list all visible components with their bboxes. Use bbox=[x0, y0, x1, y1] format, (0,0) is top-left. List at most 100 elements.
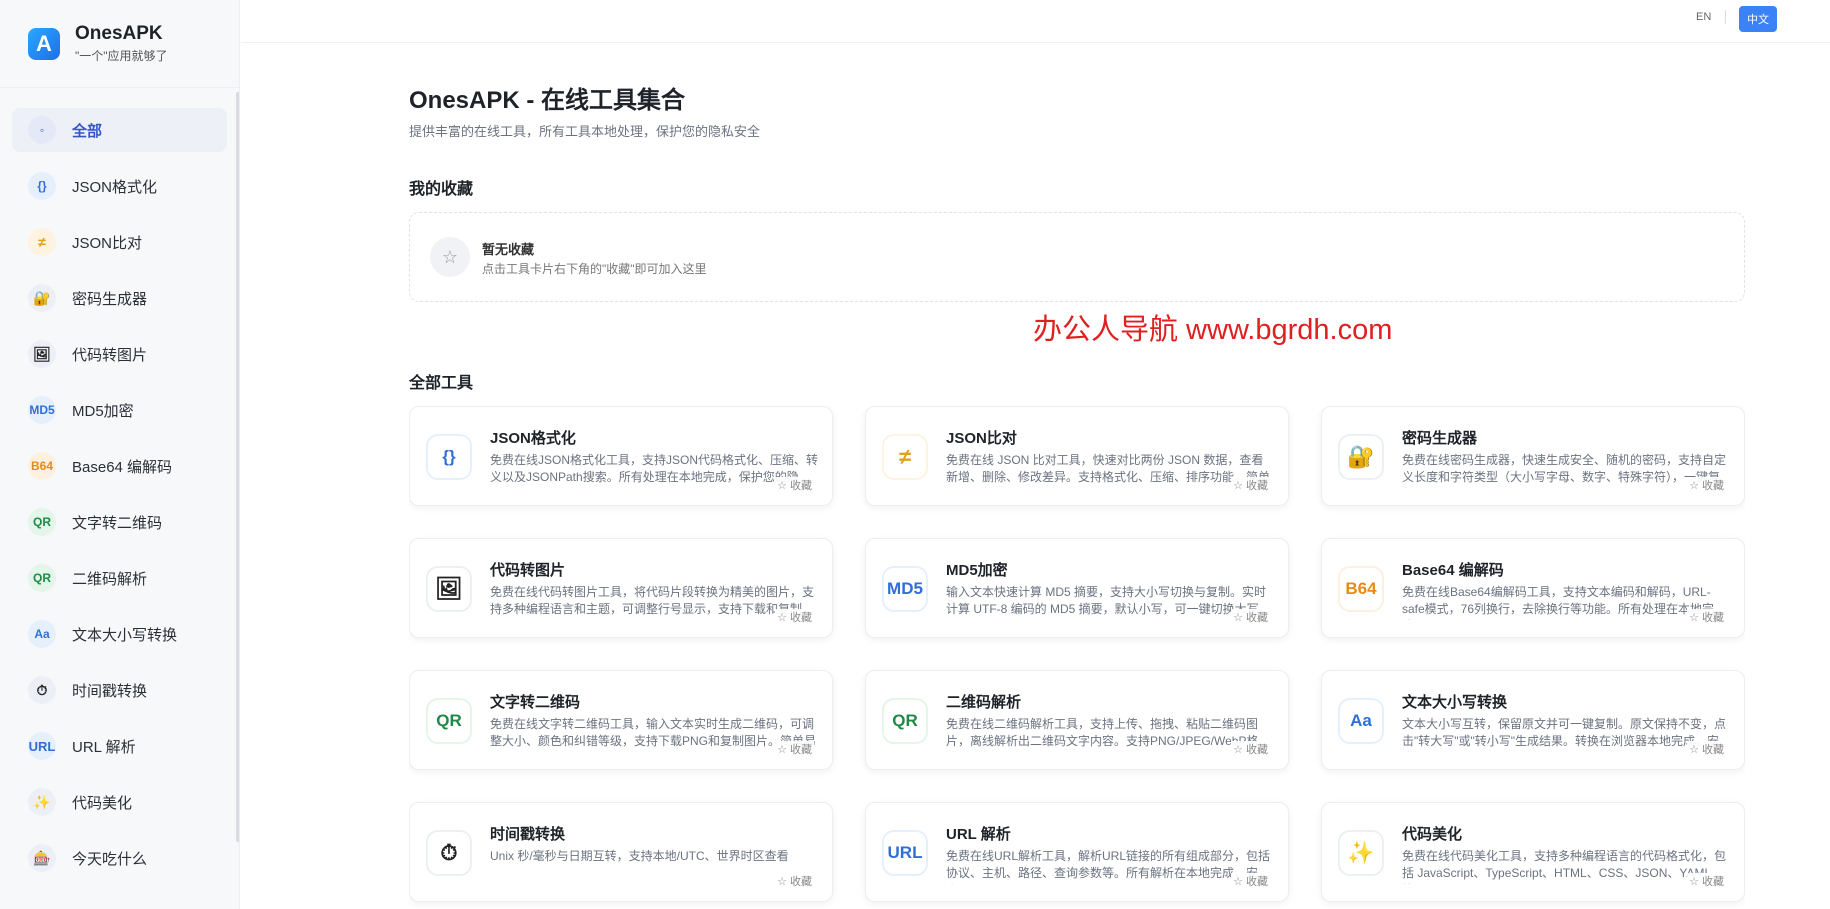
sidebar-item-12[interactable]: ✨ 代码美化 bbox=[12, 780, 227, 824]
sidebar-item-label: MD5加密 bbox=[72, 402, 134, 420]
sidebar-item-label: 代码转图片 bbox=[72, 346, 148, 364]
top-bar bbox=[241, 0, 1830, 43]
favorite-button[interactable]: ☆ 收藏 bbox=[1687, 873, 1726, 889]
qr-icon: QR bbox=[28, 508, 56, 536]
sidebar-item-label: JSON格式化 bbox=[72, 178, 158, 196]
tool-card-title: 文本大小写转换 bbox=[1402, 694, 1508, 711]
favorite-button[interactable]: ☆ 收藏 bbox=[1687, 477, 1726, 493]
all-tools-heading: 全部工具 bbox=[409, 375, 474, 392]
sidebar-item-8[interactable]: QR 二维码解析 bbox=[12, 556, 227, 600]
tool-card[interactable]: ⏱ 时间戳转换 Unix 秒/毫秒与日期互转，支持本地/UTC、世界时区查看 ☆ 收藏 bbox=[409, 802, 833, 902]
tool-card[interactable]: Aa 文本大小写转换文本大小写互转，保留原文并可一键复制。原文保持不变，点击"转大… bbox=[1321, 670, 1745, 770]
sidebar-item-4[interactable]: 🖼 代码转图片 bbox=[12, 332, 227, 376]
tool-card[interactable]: ≠ JSON比对 免费在线 JSON 比对工具，快速对比两份 JSON 数据，查看新… bbox=[865, 406, 1289, 506]
qr-scan-icon: QR bbox=[882, 698, 928, 744]
sidebar-item-6[interactable]: B64 Base64 编解码 bbox=[12, 444, 227, 488]
sidebar-item-10[interactable]: ⏱ 时间戳转换 bbox=[12, 668, 227, 712]
favorite-button[interactable]: ☆ 收藏 bbox=[775, 873, 814, 889]
tool-card-desc: 免费在线JSON格式化工具，支持JSON代码格式化、压缩、转义以及JSONPat… bbox=[490, 453, 818, 488]
tool-card-title: 密码生成器 bbox=[1402, 430, 1478, 447]
favorites-heading: 我的收藏 bbox=[409, 181, 474, 198]
watermark: 办公人导航 www.bgrdh.com bbox=[1033, 314, 1393, 346]
app-logo-icon: A bbox=[28, 27, 60, 60]
tool-card-title: 二维码解析 bbox=[946, 694, 1022, 711]
tool-card-title: 代码转图片 bbox=[490, 562, 566, 579]
tool-card[interactable]: {} JSON格式化 免费在线JSON格式化工具，支持JSON代码格式化、压缩、转义… bbox=[409, 406, 833, 506]
sidebar-item-13[interactable]: 🎰 今天吃什么 bbox=[12, 836, 227, 880]
favorite-button[interactable]: ☆ 收藏 bbox=[775, 609, 814, 625]
brand-name: OnesAPK bbox=[75, 23, 163, 44]
page-subtitle: 提供丰富的在线工具，所有工具本地处理，保护您的隐私安全 bbox=[409, 124, 761, 139]
sidebar-item-label: Base64 编解码 bbox=[72, 458, 173, 476]
sidebar-scrollbar[interactable] bbox=[236, 92, 239, 842]
json-braces-icon: {} bbox=[28, 172, 56, 200]
lock-icon: 🔐 bbox=[28, 284, 56, 312]
favorite-button[interactable]: ☆ 收藏 bbox=[1231, 609, 1270, 625]
md5-icon: MD5 bbox=[882, 566, 928, 612]
star-icon: ☆ bbox=[430, 237, 470, 277]
sparkles-icon: ✨ bbox=[1338, 830, 1384, 876]
sidebar-item-1[interactable]: {} JSON格式化 bbox=[12, 164, 227, 208]
sidebar-item-0[interactable]: ◦ 全部 bbox=[12, 108, 227, 152]
sidebar-item-label: 文字转二维码 bbox=[72, 514, 163, 532]
all-icon: ◦ bbox=[28, 116, 56, 144]
tool-card[interactable]: URL URL 解析 免费在线URL解析工具，解析URL链接的所有组成部分，包括协议… bbox=[865, 802, 1289, 902]
brand[interactable]: A OnesAPK "一个"应用就够了 bbox=[0, 0, 239, 88]
tool-card-desc: Unix 秒/毫秒与日期互转，支持本地/UTC、世界时区查看 bbox=[490, 849, 789, 863]
language-divider bbox=[1725, 10, 1726, 24]
sidebar-nav: ◦ 全部 {} JSON格式化 ≠ JSON比对 🔐 密码生成器 🖼 代码转图片 MD5 MD5加密 B… bbox=[0, 88, 239, 880]
md5-icon: MD5 bbox=[28, 396, 56, 424]
qr-scan-icon: QR bbox=[28, 564, 56, 592]
tool-card[interactable]: QR 二维码解析免费在线二维码解析工具，支持上传、拖拽、粘贴二维码图片，离线解析出… bbox=[865, 670, 1289, 770]
sidebar-item-label: 代码美化 bbox=[72, 794, 133, 812]
brand-text: OnesAPK "一个"应用就够了 bbox=[75, 23, 168, 64]
sidebar-item-9[interactable]: Aa 文本大小写转换 bbox=[12, 612, 227, 656]
sidebar-item-5[interactable]: MD5 MD5加密 bbox=[12, 388, 227, 432]
picture-icon: 🖼 bbox=[28, 340, 56, 368]
sidebar-item-label: 全部 bbox=[72, 122, 103, 140]
favorite-button[interactable]: ☆ 收藏 bbox=[1231, 477, 1270, 493]
sidebar-item-2[interactable]: ≠ JSON比对 bbox=[12, 220, 227, 264]
tool-card-desc: 免费在线二维码解析工具，支持上传、拖拽、粘贴二维码图片，离线解析出二维码文字内容… bbox=[946, 717, 1259, 752]
tool-card-title: JSON比对 bbox=[946, 430, 1017, 447]
favorite-button[interactable]: ☆ 收藏 bbox=[1687, 741, 1726, 757]
sidebar-item-label: 今天吃什么 bbox=[72, 850, 148, 868]
sidebar-item-label: 时间戳转换 bbox=[72, 682, 148, 700]
sidebar-item-11[interactable]: URL URL 解析 bbox=[12, 724, 227, 768]
page-title: OnesAPK - 在线工具集合 bbox=[409, 87, 686, 114]
picture-icon: 🖼 bbox=[426, 566, 472, 612]
sidebar-item-label: 密码生成器 bbox=[72, 290, 148, 308]
stopwatch-icon: ⏱ bbox=[426, 830, 472, 876]
tools-grid: {} JSON格式化 免费在线JSON格式化工具，支持JSON代码格式化、压缩、转义… bbox=[409, 406, 1745, 909]
tool-card-desc: 免费在线URL解析工具，解析URL链接的所有组成部分，包括协议、主机、路径、查询… bbox=[946, 849, 1271, 884]
dice-icon: 🎰 bbox=[28, 844, 56, 872]
favorites-empty-box: ☆ 暂无收藏 点击工具卡片右下角的"收藏"即可加入这里 bbox=[409, 212, 1745, 302]
tool-card-desc: 免费在线文字转二维码工具，输入文本实时生成二维码，可调整大小、颜色和纠错等级，支… bbox=[490, 717, 816, 752]
favorite-button[interactable]: ☆ 收藏 bbox=[775, 741, 814, 757]
favorite-button[interactable]: ☆ 收藏 bbox=[1231, 873, 1270, 889]
tool-card[interactable]: 🔐 密码生成器 免费在线密码生成器，快速生成安全、随机的密码，支持自定义长度和字符类… bbox=[1321, 406, 1745, 506]
favorite-button[interactable]: ☆ 收藏 bbox=[1687, 609, 1726, 625]
favorite-button[interactable]: ☆ 收藏 bbox=[1231, 741, 1270, 757]
brand-subtitle: "一个"应用就够了 bbox=[75, 49, 168, 63]
not-equal-icon: ≠ bbox=[28, 228, 56, 256]
tool-card[interactable]: 🖼 代码转图片 免费在线代码转图片工具，将代码片段转换为精美的图片，支持多种编程语言… bbox=[409, 538, 833, 638]
tool-card[interactable]: QR 文字转二维码 免费在线文字转二维码工具，输入文本实时生成二维码，可调整大小、颜… bbox=[409, 670, 833, 770]
favorite-button[interactable]: ☆ 收藏 bbox=[775, 477, 814, 493]
tool-card-title: URL 解析 bbox=[946, 826, 1011, 843]
not-equal-icon: ≠ bbox=[882, 434, 928, 480]
language-en-button[interactable]: EN bbox=[1690, 8, 1717, 26]
case-icon: Aa bbox=[1338, 698, 1384, 744]
tool-card-title: Base64 编解码 bbox=[1402, 562, 1504, 579]
tool-card-desc: 免费在线密码生成器，快速生成安全、随机的密码，支持自定义长度和字符类型（大小写字… bbox=[1402, 453, 1727, 488]
language-zh-button[interactable]: 中文 bbox=[1739, 6, 1777, 32]
tool-card[interactable]: ✨ 代码美化 免费在线代码美化工具，支持多种编程语言的代码格式化，包括 JavaSc… bbox=[1321, 802, 1745, 902]
tool-card-title: 代码美化 bbox=[1402, 826, 1463, 843]
sidebar-item-3[interactable]: 🔐 密码生成器 bbox=[12, 276, 227, 320]
tool-card-desc: 文本大小写互转，保留原文并可一键复制。原文保持不变，点击"转大写"或"转小写"生… bbox=[1402, 717, 1727, 752]
sidebar-item-7[interactable]: QR 文字转二维码 bbox=[12, 500, 227, 544]
qr-icon: QR bbox=[426, 698, 472, 744]
tool-card[interactable]: B64 Base64 编解码 免费在线Base64编解码工具，支持文本编码和解码，U… bbox=[1321, 538, 1745, 638]
sparkles-icon: ✨ bbox=[28, 788, 56, 816]
tool-card[interactable]: MD5 MD5加密 输入文本快速计算 MD5 摘要，支持大小写切换与复制。实时计算 … bbox=[865, 538, 1289, 638]
